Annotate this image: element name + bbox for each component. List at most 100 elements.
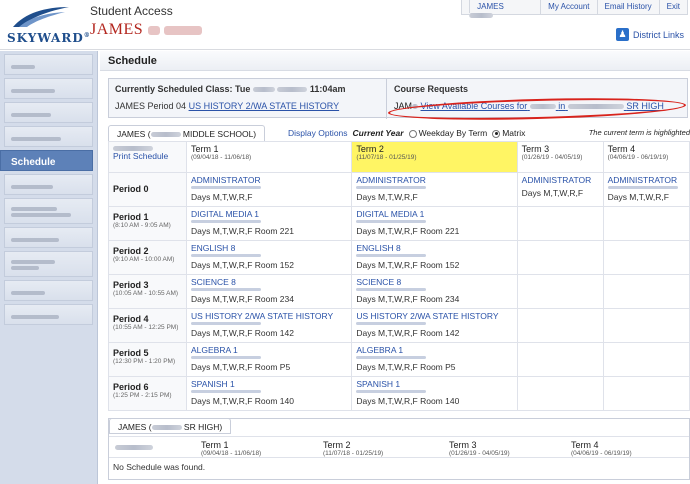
- class-cell[interactable]: ENGLISH 8 Days M,T,W,R,F Room 152: [351, 240, 518, 275]
- course-link[interactable]: ADMINISTRATOR: [608, 175, 685, 185]
- class-cell[interactable]: ENGLISH 8 Days M,T,W,R,F Room 152: [185, 240, 353, 275]
- logo-wordmark: SKYWARD®: [7, 31, 91, 45]
- course-link[interactable]: SPANISH 1: [356, 379, 512, 389]
- term-4-header: Term 4 (04/06/19 - 06/19/19): [571, 440, 632, 457]
- sidebar-item-graduation[interactable]: [4, 198, 93, 224]
- sidebar-item-schedule[interactable]: Schedule: [0, 150, 93, 171]
- email-history-link[interactable]: Email History: [596, 0, 659, 14]
- class-cell[interactable]: ADMINISTRATOR Days M,T,W,R,F: [185, 172, 353, 207]
- topnav-user: JAMES: [462, 0, 540, 19]
- empty-cell: [602, 206, 690, 241]
- course-link[interactable]: SCIENCE 8: [191, 277, 347, 287]
- sidebar-item-career-plans[interactable]: [4, 227, 93, 248]
- sidebar-item-portfolio[interactable]: [4, 280, 93, 301]
- top-nav: JAMES My Account Email History Exit: [461, 0, 688, 19]
- course-link[interactable]: DIGITAL MEDIA 1: [191, 209, 347, 219]
- period-cell: Period 0: [108, 172, 187, 207]
- period-cell: Period 6 (1:25 PM - 2:15 PM): [108, 376, 187, 411]
- course-link[interactable]: ENGLISH 8: [191, 243, 347, 253]
- table-row: Period 0 ADMINISTRATOR Days M,T,W,R,F ADM…: [108, 172, 690, 207]
- empty-cell: [602, 376, 690, 411]
- sidebar: Schedule: [0, 51, 98, 484]
- course-link[interactable]: US HISTORY 2/WA STATE HISTORY: [191, 311, 347, 321]
- course-link[interactable]: ADMINISTRATOR: [191, 175, 347, 185]
- course-link[interactable]: ADMINISTRATOR: [356, 175, 512, 185]
- app-title: Student Access: [90, 4, 173, 18]
- sidebar-item-home[interactable]: [4, 54, 93, 75]
- main-content: Schedule Currently Scheduled Class: Tue …: [100, 51, 690, 484]
- class-cell[interactable]: US HISTORY 2/WA STATE HISTORY Days M,T,W,…: [351, 308, 518, 343]
- term-3-header: Term 3 (01/26/19 - 04/05/19): [449, 440, 510, 457]
- term-3-header: Term 3 (01/26/19 - 04/05/19): [516, 141, 604, 173]
- person-icon: ♟: [615, 28, 629, 41]
- print-schedule-link[interactable]: Print Schedule: [113, 151, 168, 161]
- display-options-link[interactable]: Display Options: [288, 128, 348, 138]
- class-cell[interactable]: SPANISH 1 Days M,T,W,R,F Room 140: [185, 376, 353, 411]
- current-year-label: Current Year: [352, 128, 404, 138]
- term-2-header: Term 2 (11/07/18 - 01/25/19): [351, 141, 518, 173]
- term-4-header: Term 4 (04/06/19 - 06/19/19): [602, 141, 690, 173]
- course-link[interactable]: DIGITAL MEDIA 1: [356, 209, 512, 219]
- schedule-sr-high: JAMES ( SR HIGH) Term 1 (09/04/18 - 11/06…: [108, 418, 690, 480]
- table-row: Period 3 (10:05 AM - 10:55 AM) SCIENCE 8D…: [108, 274, 690, 309]
- sidebar-item-test-scores[interactable]: [4, 174, 93, 195]
- weekday-by-term-radio[interactable]: Weekday By Term: [408, 128, 487, 138]
- schedule-matrix: Print Schedule Term 1 (09/04/18 - 11/06/1…: [108, 141, 690, 411]
- tab-sr-high[interactable]: JAMES ( SR HIGH): [109, 418, 232, 434]
- empty-cell: [516, 308, 604, 343]
- table-row: Period 1 (8:10 AM - 9:05 AM) DIGITAL MEDI…: [108, 206, 690, 241]
- class-cell[interactable]: SCIENCE 8 Days M,T,W,R,F Room 234: [185, 274, 353, 309]
- matrix-radio[interactable]: Matrix: [492, 128, 525, 138]
- class-cell[interactable]: ALGEBRA 1 Days M,T,W,R,F Room P5: [351, 342, 518, 377]
- header: SKYWARD® Student Access JAMES JAMES My A…: [0, 0, 690, 50]
- empty-cell: [602, 308, 690, 343]
- empty-cell: [516, 240, 604, 275]
- no-schedule-message: No Schedule was found.: [113, 462, 206, 472]
- skyward-logo[interactable]: SKYWARD®: [5, 4, 90, 46]
- skyward-swoosh-icon: [13, 7, 69, 27]
- course-link[interactable]: ALGEBRA 1: [191, 345, 347, 355]
- course-requests-label: Course Requests: [394, 84, 469, 94]
- page-title: Schedule: [100, 51, 690, 71]
- period-cell: Period 5 (12:30 PM - 1:20 PM): [108, 342, 187, 377]
- course-link[interactable]: US HISTORY 2/WA STATE HISTORY: [356, 311, 512, 321]
- empty-cell: [516, 376, 604, 411]
- table-row: Period 5 (12:30 PM - 1:20 PM) ALGEBRA 1 Da…: [108, 342, 690, 377]
- current-class-line: JAMES Period 04 US HISTORY 2/WA STATE HI…: [115, 101, 340, 111]
- sidebar-item-login-history[interactable]: [4, 304, 93, 325]
- course-link[interactable]: SPANISH 1: [191, 379, 347, 389]
- sidebar-item-student-info[interactable]: [4, 126, 93, 147]
- class-cell[interactable]: ADMINISTRATOR Days M,T,W,R,F: [602, 172, 690, 207]
- term-header-row: Print Schedule Term 1 (09/04/18 - 11/06/1…: [108, 141, 690, 173]
- tab-middle-school[interactable]: JAMES ( MIDDLE SCHOOL): [108, 125, 266, 141]
- redacted-text: [115, 445, 153, 450]
- sidebar-item-attendance[interactable]: [4, 102, 93, 123]
- class-cell[interactable]: SPANISH 1 Days M,T,W,R,F Room 140: [351, 376, 518, 411]
- sidebar-item-academic-history[interactable]: [4, 251, 93, 277]
- district-links-button[interactable]: ♟ District Links: [615, 28, 684, 41]
- radio-off-icon: [408, 129, 417, 138]
- class-cell[interactable]: US HISTORY 2/WA STATE HISTORY Days M,T,W,…: [185, 308, 353, 343]
- class-cell[interactable]: DIGITAL MEDIA 1 Days M,T,W,R,F Room 221: [185, 206, 353, 241]
- print-cell: Print Schedule: [108, 141, 187, 173]
- period-cell: Period 3 (10:05 AM - 10:55 AM): [108, 274, 187, 309]
- course-link[interactable]: ADMINISTRATOR: [522, 175, 599, 185]
- empty-cell: [516, 342, 604, 377]
- current-class-box: Currently Scheduled Class: Tue 11:04am J…: [109, 79, 387, 119]
- current-course-link[interactable]: US HISTORY 2/WA STATE HISTORY: [189, 101, 340, 111]
- my-account-link[interactable]: My Account: [540, 0, 596, 14]
- class-cell[interactable]: ADMINISTRATOR Days M,T,W,R,F: [351, 172, 518, 207]
- sidebar-item-gradebook[interactable]: [4, 78, 93, 99]
- exit-link[interactable]: Exit: [658, 0, 687, 14]
- course-link[interactable]: ALGEBRA 1: [356, 345, 512, 355]
- empty-cell: [602, 240, 690, 275]
- display-options: Display Options Current Year Weekday By …: [288, 128, 525, 138]
- empty-cell: [516, 274, 604, 309]
- class-cell[interactable]: ADMINISTRATOR Days M,T,W,R,F: [516, 172, 604, 207]
- class-cell[interactable]: ALGEBRA 1 Days M,T,W,R,F Room P5: [185, 342, 353, 377]
- class-cell[interactable]: DIGITAL MEDIA 1 Days M,T,W,R,F Room 221: [351, 206, 518, 241]
- district-links-label: District Links: [632, 29, 684, 40]
- course-link[interactable]: ENGLISH 8: [356, 243, 512, 253]
- course-link[interactable]: SCIENCE 8: [356, 277, 512, 287]
- class-cell[interactable]: SCIENCE 8 Days M,T,W,R,F Room 234: [351, 274, 518, 309]
